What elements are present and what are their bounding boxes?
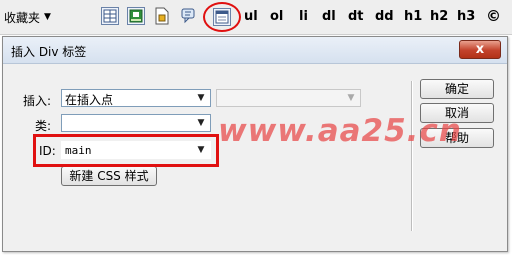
- vertical-divider: [411, 81, 413, 231]
- ok-button[interactable]: 确定: [420, 79, 494, 99]
- ol-button[interactable]: ol: [270, 9, 283, 24]
- dialog-title: 插入 Div 标签: [11, 45, 87, 59]
- class-label: 类:: [35, 119, 52, 133]
- favorites-label: 收藏夹: [4, 10, 41, 25]
- dd-button[interactable]: dd: [375, 9, 394, 24]
- highlight-circle: [203, 2, 241, 32]
- comment-icon[interactable]: [180, 7, 198, 25]
- chevron-down-icon: ▼: [197, 93, 205, 103]
- chevron-down-icon: ▼: [347, 93, 355, 103]
- dl-button[interactable]: dl: [322, 9, 336, 24]
- copyright-button[interactable]: ©: [486, 7, 501, 25]
- dt-button[interactable]: dt: [348, 9, 364, 24]
- li-button[interactable]: li: [299, 9, 308, 24]
- insert-position-value: 在插入点: [65, 93, 114, 107]
- chevron-down-icon: ▼: [197, 118, 205, 128]
- favorites-menu[interactable]: 收藏夹 ▼: [4, 8, 51, 26]
- insert-toolbar: 收藏夹 ▼ ul ol li dl dt dd h1 h2 h3 ©: [0, 0, 512, 35]
- table-icon[interactable]: [101, 7, 119, 25]
- h2-button[interactable]: h2: [430, 9, 448, 24]
- insert-label: 插入:: [23, 94, 52, 108]
- image-icon[interactable]: [127, 7, 145, 25]
- watermark-text: www.aa25.cn: [218, 113, 462, 149]
- ul-button[interactable]: ul: [244, 9, 258, 24]
- close-button[interactable]: x: [459, 40, 501, 59]
- h3-button[interactable]: h3: [457, 9, 475, 24]
- document-icon[interactable]: [153, 7, 171, 25]
- insert-position-select[interactable]: 在插入点 ▼: [61, 89, 211, 107]
- insert-target-select: ▼: [216, 89, 361, 107]
- class-select[interactable]: ▼: [61, 114, 211, 132]
- dialog-titlebar[interactable]: 插入 Div 标签 x: [3, 37, 507, 101]
- chevron-down-icon: ▼: [44, 12, 51, 22]
- h1-button[interactable]: h1: [404, 9, 422, 24]
- new-css-style-button[interactable]: 新建 CSS 样式: [61, 166, 157, 186]
- id-highlight-box: [33, 134, 219, 167]
- close-icon: x: [475, 42, 485, 57]
